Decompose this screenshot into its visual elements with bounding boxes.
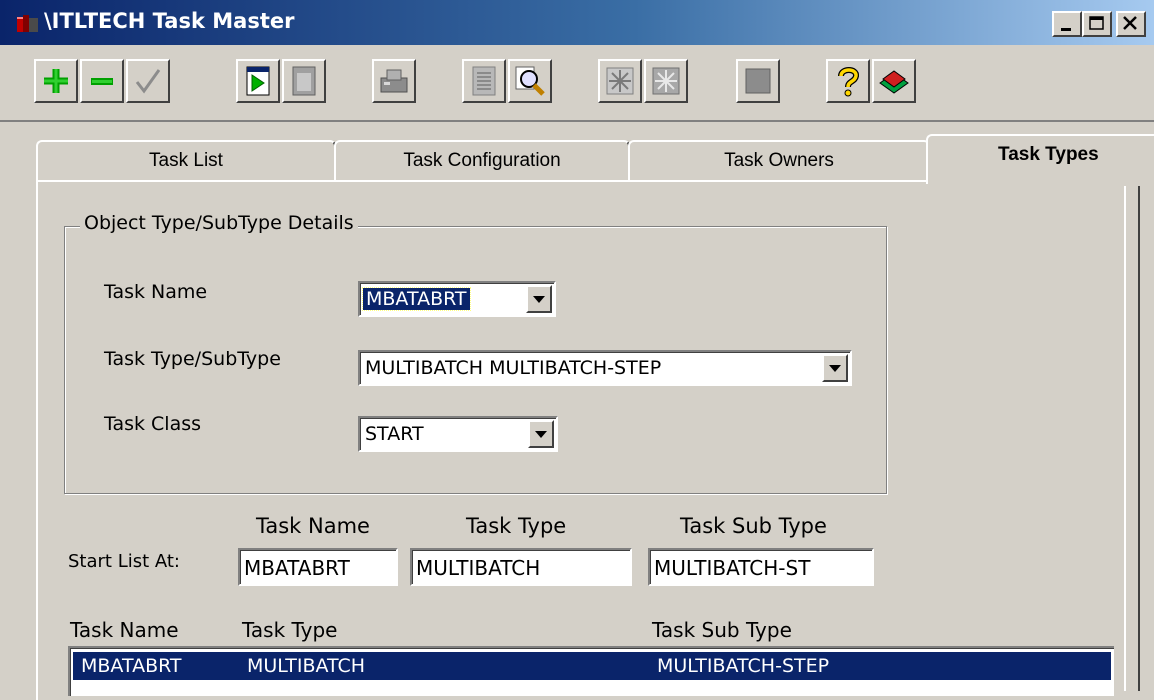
exit-icon: [879, 70, 909, 94]
start-task-name-input[interactable]: MBATABRT: [238, 548, 398, 586]
add-icon: [44, 69, 68, 93]
run-document-button[interactable]: [236, 59, 280, 103]
freeze-icon: [606, 67, 634, 95]
document-icon: [292, 66, 316, 96]
unfreeze-icon: [652, 67, 680, 95]
start-col-task-type: Task Type: [466, 514, 567, 538]
list-cell-task-type: MULTIBATCH: [247, 655, 366, 677]
freeze-button[interactable]: [598, 59, 642, 103]
close-button[interactable]: [1116, 11, 1146, 37]
search-icon: [515, 66, 545, 96]
list-cell-task-sub-type: MULTIBATCH-STEP: [657, 655, 830, 677]
tab-task-owners[interactable]: Task Owners: [628, 140, 930, 180]
minimize-icon: [1061, 28, 1071, 31]
tab-task-types[interactable]: Task Types: [926, 134, 1154, 184]
group-title: Object Type/SubType Details: [80, 212, 358, 234]
tab-task-list[interactable]: Task List: [36, 140, 336, 180]
check-icon: [135, 69, 161, 94]
unfreeze-button[interactable]: [644, 59, 688, 103]
minimize-button[interactable]: [1052, 11, 1082, 37]
list-header-task-type[interactable]: Task Type: [242, 618, 337, 642]
task-types-list[interactable]: MBATABRT MULTIBATCH MULTIBATCH-STEP: [68, 646, 1114, 696]
run-document-icon: [246, 66, 270, 96]
panel-inner-frame: [1124, 186, 1140, 691]
remove-button[interactable]: [80, 59, 124, 103]
maximize-button[interactable]: [1082, 11, 1112, 37]
stop-icon: [745, 68, 771, 94]
task-name-label: Task Name: [104, 281, 208, 303]
print-button[interactable]: [372, 59, 416, 103]
print-icon: [380, 69, 408, 93]
task-name-value: MBATABRT: [362, 287, 471, 311]
tab-label: Task Owners: [724, 150, 834, 171]
toolbar: [0, 45, 1154, 122]
chevron-down-icon: [535, 430, 547, 438]
list-header-task-name[interactable]: Task Name: [70, 618, 179, 642]
tab-label: Task Types: [998, 144, 1099, 165]
help-icon: [838, 67, 859, 97]
task-class-label: Task Class: [104, 413, 202, 435]
task-name-combo[interactable]: MBATABRT: [358, 281, 556, 317]
help-button[interactable]: [826, 59, 870, 103]
close-icon: [1123, 16, 1137, 30]
start-col-task-name: Task Name: [256, 514, 370, 538]
add-button[interactable]: [34, 59, 78, 103]
tab-task-configuration[interactable]: Task Configuration: [334, 140, 630, 180]
chevron-down-icon: [533, 295, 545, 303]
start-task-type-input[interactable]: MULTIBATCH: [410, 548, 632, 586]
remove-icon: [91, 78, 113, 85]
report-icon: [472, 66, 496, 96]
search-button[interactable]: [508, 59, 552, 103]
tab-label: Task Configuration: [403, 150, 561, 171]
document-button[interactable]: [282, 59, 326, 103]
maximize-icon: [1089, 16, 1104, 30]
accept-button[interactable]: [126, 59, 170, 103]
task-type-combo[interactable]: MULTIBATCH MULTIBATCH-STEP: [358, 350, 852, 386]
start-list-label: Start List At:: [68, 551, 180, 572]
dropdown-button[interactable]: [528, 420, 554, 448]
dropdown-button[interactable]: [526, 285, 552, 313]
task-type-value: MULTIBATCH MULTIBATCH-STEP: [365, 357, 662, 379]
list-item[interactable]: MBATABRT MULTIBATCH MULTIBATCH-STEP: [73, 652, 1111, 680]
exit-button[interactable]: [872, 59, 916, 103]
tab-label: Task List: [149, 150, 223, 171]
title-bar[interactable]: \ITLTECH Task Master: [0, 0, 1154, 47]
report-button[interactable]: [462, 59, 506, 103]
dropdown-button[interactable]: [822, 354, 848, 382]
stop-button[interactable]: [736, 59, 780, 103]
chevron-down-icon: [829, 364, 841, 372]
list-header-task-sub-type[interactable]: Task Sub Type: [652, 618, 792, 642]
start-col-task-sub-type: Task Sub Type: [680, 514, 827, 538]
list-cell-task-name: MBATABRT: [81, 655, 182, 677]
start-task-sub-type-input[interactable]: MULTIBATCH-ST: [648, 548, 874, 586]
task-type-label: Task Type/SubType: [104, 348, 281, 370]
task-class-value: START: [365, 423, 424, 445]
app-books-icon: [16, 13, 40, 33]
window-title: \ITLTECH Task Master: [44, 9, 295, 33]
task-class-combo[interactable]: START: [358, 416, 558, 452]
